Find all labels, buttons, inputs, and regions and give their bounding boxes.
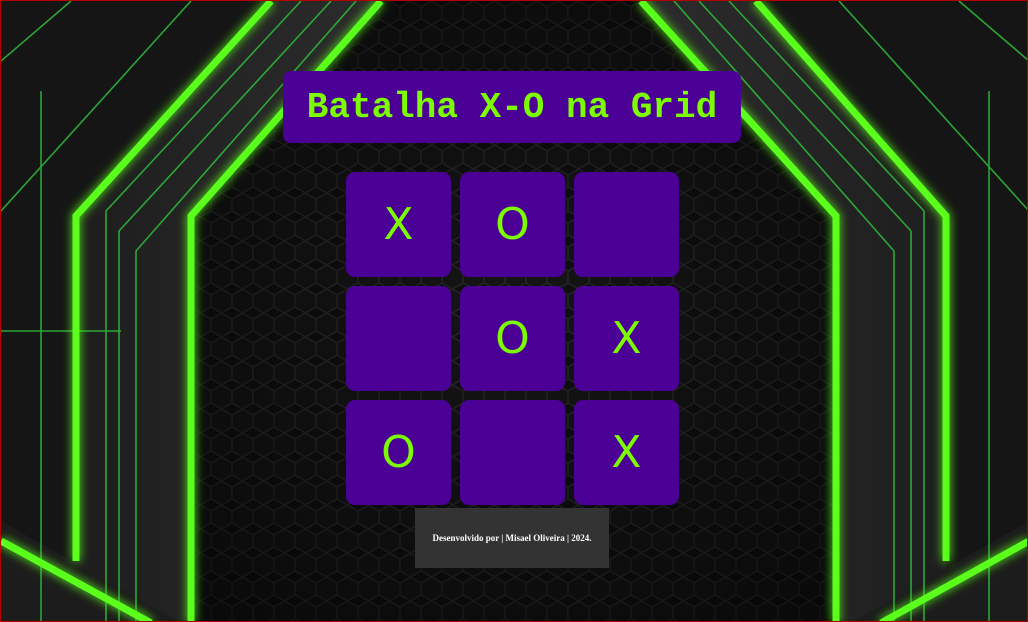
board-cell-4[interactable] bbox=[346, 286, 451, 391]
game-title: Batalha X-O na Grid bbox=[306, 86, 718, 128]
board-cell-8[interactable] bbox=[460, 400, 565, 505]
cell-mark: X bbox=[611, 312, 642, 364]
cell-mark: X bbox=[383, 198, 414, 250]
footer: Desenvolvido por | Misael Oliveira | 202… bbox=[415, 508, 609, 568]
board-cell-1[interactable]: X bbox=[346, 172, 451, 277]
board-cell-2[interactable]: O bbox=[460, 172, 565, 277]
cell-mark: X bbox=[611, 426, 642, 478]
title-banner: Batalha X-O na Grid bbox=[283, 71, 741, 143]
cell-mark: O bbox=[495, 198, 530, 250]
game-page: Batalha X-O na Grid X O O X O X Desenvol… bbox=[0, 0, 1028, 622]
board-cell-5[interactable]: O bbox=[460, 286, 565, 391]
cell-mark: O bbox=[495, 312, 530, 364]
cell-mark: O bbox=[381, 426, 416, 478]
footer-credit: Desenvolvido por | Misael Oliveira | 202… bbox=[432, 533, 592, 543]
board-cell-9[interactable]: X bbox=[574, 400, 679, 505]
board-cell-7[interactable]: O bbox=[346, 400, 451, 505]
board-cell-3[interactable] bbox=[574, 172, 679, 277]
game-board: X O O X O X bbox=[346, 172, 679, 505]
board-cell-6[interactable]: X bbox=[574, 286, 679, 391]
